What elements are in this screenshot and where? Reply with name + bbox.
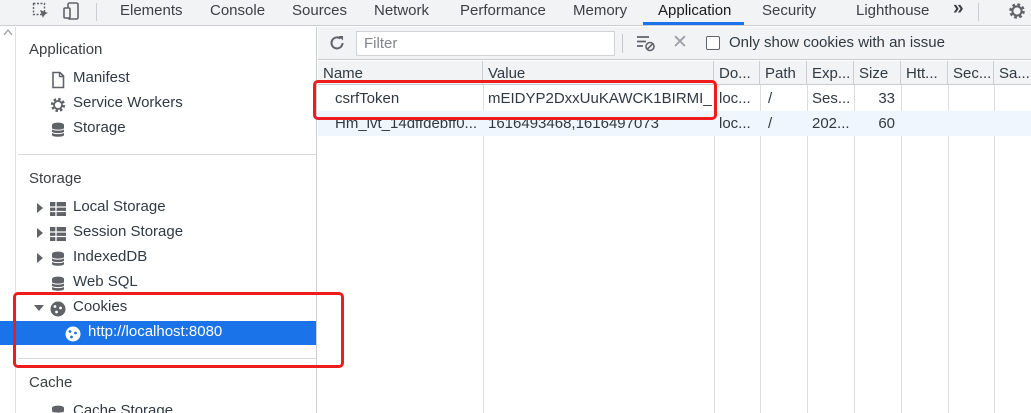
cookie-icon	[50, 301, 66, 317]
gear-icon	[50, 97, 66, 113]
database-icon	[51, 251, 65, 266]
tab-console[interactable]: Console	[210, 0, 265, 25]
cell-httponly	[901, 111, 948, 136]
grid-icon	[50, 202, 66, 216]
section-title-application: Application	[29, 41, 103, 58]
sidebar-item-manifest[interactable]: Manifest	[0, 67, 316, 91]
column-header-domain[interactable]: Do...	[714, 61, 760, 85]
expand-arrow-icon[interactable]	[35, 202, 45, 214]
tab-elements[interactable]: Elements	[120, 0, 183, 25]
sidebar-item-label: Service Workers	[73, 94, 183, 111]
cell-domain: loc...	[719, 115, 751, 132]
tab-performance[interactable]: Performance	[460, 0, 546, 25]
sidebar-item-label: Manifest	[73, 69, 130, 86]
filter-input[interactable]	[357, 32, 614, 55]
sidebar-item-label: Cache Storage	[73, 402, 174, 413]
sidebar-item-web-sql[interactable]: Web SQL	[0, 271, 316, 295]
cell-domain: loc...	[719, 90, 751, 107]
sidebar-item-label: IndexedDB	[73, 248, 148, 265]
sidebar-item-service-workers[interactable]: Service Workers	[0, 92, 316, 116]
database-icon	[51, 122, 65, 137]
refresh-icon[interactable]	[328, 34, 346, 52]
column-header-size[interactable]: Size	[854, 61, 901, 85]
column-header-samesite[interactable]: Sa...	[994, 61, 1031, 85]
cell-size: 60	[878, 115, 895, 132]
cookie-icon	[65, 326, 81, 342]
column-header-secure[interactable]: Sec...	[948, 61, 994, 85]
sidebar-item-cache-storage[interactable]: Cache Storage	[0, 400, 316, 413]
sidebar-item-indexeddb[interactable]: IndexedDB	[0, 246, 316, 270]
table-row[interactable]: Hm_lvt_14dffdebff0... 1616493468,1616497…	[318, 111, 1031, 136]
sidebar-item-label: Local Storage	[73, 198, 166, 215]
application-sidebar: Application Manifest Service Workers Sto…	[0, 27, 317, 413]
cell-name: csrfToken	[335, 90, 400, 107]
toolbar-divider	[96, 3, 97, 21]
sidebar-item-session-storage[interactable]: Session Storage	[0, 221, 316, 245]
cell-value: mEIDYP2DxxUuKAWCK1BIRMI_	[488, 90, 712, 107]
tab-network[interactable]: Network	[374, 0, 429, 25]
sidebar-item-label: Session Storage	[73, 223, 184, 240]
column-header-path[interactable]: Path	[760, 61, 807, 85]
sidebar-item-local-storage[interactable]: Local Storage	[0, 196, 316, 220]
column-header-httponly[interactable]: Htt...	[901, 61, 948, 85]
document-icon	[52, 71, 65, 89]
sidebar-item-cookies[interactable]: Cookies	[0, 296, 316, 320]
section-title-cache: Cache	[29, 374, 73, 391]
sidebar-item-label: Web SQL	[73, 273, 138, 290]
cell-samesite	[994, 111, 1031, 136]
toolbar-divider	[978, 3, 979, 21]
inspect-element-icon[interactable]	[30, 0, 52, 22]
column-header-expires[interactable]: Exp...	[807, 61, 854, 85]
cell-httponly	[901, 86, 948, 111]
scroll-up-icon[interactable]	[2, 27, 14, 37]
cell-path: /	[768, 90, 773, 107]
cell-expires: 202...	[812, 115, 850, 132]
column-header-value[interactable]: Value	[483, 61, 714, 85]
tab-sources[interactable]: Sources	[292, 0, 347, 25]
only-issues-label[interactable]: Only show cookies with an issue	[729, 34, 945, 51]
database-icon	[51, 405, 65, 413]
grid-icon	[50, 227, 66, 241]
sidebar-item-label: Cookies	[73, 298, 128, 315]
active-tab-indicator	[643, 22, 744, 25]
clear-filtered-icon[interactable]	[636, 34, 656, 52]
delete-x-icon[interactable]: ✕	[672, 32, 688, 54]
section-title-storage: Storage	[29, 170, 82, 187]
more-tabs-icon[interactable]: »	[953, 0, 964, 23]
cell-expires: Ses...	[812, 90, 851, 107]
section-divider	[18, 154, 316, 155]
cell-secure	[948, 111, 994, 136]
cell-size: 33	[878, 90, 895, 107]
sidebar-item-localhost-cookies[interactable]: http://localhost:8080	[0, 321, 316, 345]
cell-name: Hm_lvt_14dffdebff0...	[335, 115, 478, 132]
cell-path: /	[768, 115, 773, 132]
settings-gear-icon[interactable]	[1005, 0, 1029, 22]
tab-security[interactable]: Security	[762, 0, 816, 25]
devtools-tab-bar: Elements Console Sources Network Perform…	[0, 0, 1031, 26]
database-icon	[51, 276, 65, 291]
toolbar-divider	[622, 34, 623, 53]
expand-arrow-icon[interactable]	[35, 252, 45, 264]
tab-memory[interactable]: Memory	[573, 0, 627, 25]
column-header-name[interactable]: Name	[318, 61, 483, 85]
cookies-panel: ✕ Only show cookies with an issue Name V…	[318, 27, 1031, 413]
sidebar-item-label: http://localhost:8080	[88, 323, 223, 340]
cell-value: 1616493468,1616497073	[488, 115, 660, 132]
filter-input-wrapper	[356, 31, 615, 56]
cookies-table: Name Value Do... Path Exp... Size Htt...…	[318, 61, 1031, 413]
cookies-toolbar: ✕ Only show cookies with an issue	[318, 27, 1031, 60]
sidebar-item-label: Storage	[73, 119, 126, 136]
section-divider	[18, 358, 316, 359]
table-header: Name Value Do... Path Exp... Size Htt...…	[318, 61, 1031, 85]
cell-samesite	[994, 86, 1031, 111]
table-row[interactable]: csrfToken mEIDYP2DxxUuKAWCK1BIRMI_ loc..…	[318, 86, 1031, 111]
collapse-arrow-icon[interactable]	[34, 302, 44, 314]
sidebar-item-storage-overview[interactable]: Storage	[0, 117, 316, 141]
tab-lighthouse[interactable]: Lighthouse	[856, 0, 929, 25]
device-toolbar-icon[interactable]	[60, 0, 84, 22]
cell-secure	[948, 86, 994, 111]
only-issues-checkbox[interactable]	[706, 36, 720, 50]
expand-arrow-icon[interactable]	[35, 227, 45, 239]
